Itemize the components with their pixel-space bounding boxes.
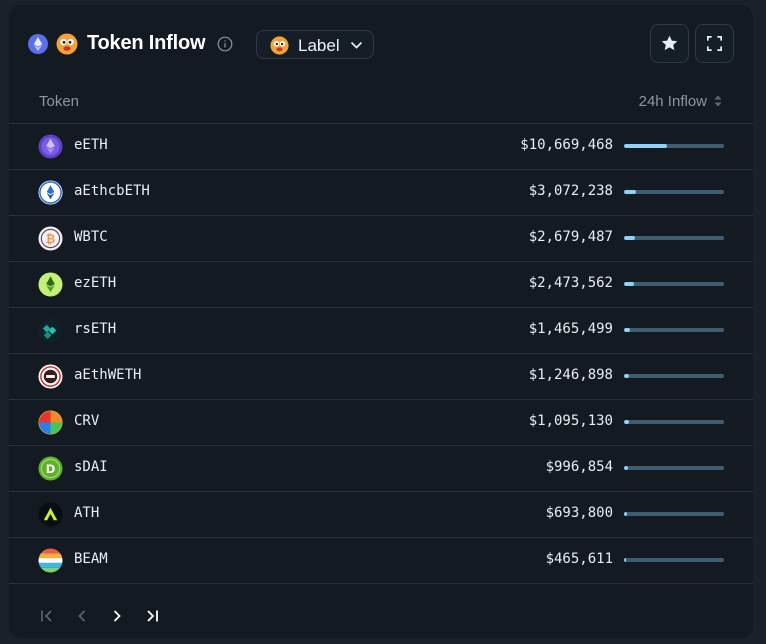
aethweth-icon xyxy=(38,364,63,389)
token-name[interactable]: aEthcbETH xyxy=(74,183,150,199)
svg-text:D: D xyxy=(46,462,56,476)
table-row[interactable]: rsETH $1,465,499 xyxy=(9,308,753,354)
rseth-icon xyxy=(38,318,63,343)
inflow-value: $10,669,468 xyxy=(520,137,613,153)
token-name[interactable]: ATH xyxy=(74,505,99,521)
inflow-value: $2,473,562 xyxy=(528,275,613,291)
page-title: Token Inflow xyxy=(87,32,206,54)
eeth-icon xyxy=(38,134,63,159)
table-row[interactable]: BEAM $465,611 xyxy=(9,538,753,584)
column-header-inflow[interactable]: 24h Inflow xyxy=(639,93,707,110)
sdai-icon: D xyxy=(38,456,63,481)
inflow-bar-fill xyxy=(624,236,635,240)
inflow-value: $1,465,499 xyxy=(528,321,613,337)
pagination xyxy=(9,603,753,633)
inflow-bar xyxy=(624,466,724,470)
last-page-icon xyxy=(147,610,158,622)
label-button-text: Label xyxy=(298,36,340,55)
next-page-button[interactable] xyxy=(106,603,128,629)
face-icon xyxy=(270,36,289,55)
ezeth-icon xyxy=(38,272,63,297)
inflow-bar-fill xyxy=(624,328,630,332)
table-row[interactable]: ATH $693,800 xyxy=(9,492,753,538)
panel-header: Token Inflow Label xyxy=(9,5,753,85)
last-page-button[interactable] xyxy=(141,603,163,629)
table-row[interactable]: D sDAI $996,854 xyxy=(9,446,753,492)
chevron-left-icon xyxy=(78,610,86,622)
inflow-bar xyxy=(624,374,724,378)
inflow-value: $1,095,130 xyxy=(528,413,613,429)
chevron-down-icon xyxy=(350,41,363,49)
table-row[interactable]: ₿ WBTC $2,679,487 xyxy=(9,216,753,262)
aethcbeth-icon xyxy=(38,180,63,205)
token-name[interactable]: rsETH xyxy=(74,321,116,337)
token-list: eETH $10,669,468 aEthcbETH $3,072,238 ₿ … xyxy=(9,124,753,584)
table-row[interactable]: eETH $10,669,468 xyxy=(9,124,753,170)
previous-page-button[interactable] xyxy=(71,603,93,629)
star-icon xyxy=(661,35,678,51)
token-name[interactable]: BEAM xyxy=(74,551,108,567)
table-row[interactable]: aEthcbETH $3,072,238 xyxy=(9,170,753,216)
inflow-bar-fill xyxy=(624,512,627,516)
token-name[interactable]: CRV xyxy=(74,413,99,429)
favorite-button[interactable] xyxy=(650,24,689,63)
wbtc-icon: ₿ xyxy=(38,226,63,251)
token-name[interactable]: eETH xyxy=(74,137,108,153)
inflow-bar xyxy=(624,558,724,562)
inflow-bar xyxy=(624,236,724,240)
chevron-right-icon xyxy=(113,610,121,622)
expand-button[interactable] xyxy=(695,24,734,63)
inflow-bar-fill xyxy=(624,374,629,378)
inflow-bar xyxy=(624,282,724,286)
ethereum-icon xyxy=(28,34,48,54)
table-row[interactable]: CRV $1,095,130 xyxy=(9,400,753,446)
table-row[interactable]: aEthWETH $1,246,898 xyxy=(9,354,753,400)
inflow-bar-fill xyxy=(624,190,636,194)
token-inflow-panel: Token Inflow Label Token 24h Inflow eETH… xyxy=(9,5,753,638)
table-header: Token 24h Inflow xyxy=(9,89,753,124)
inflow-value: $1,246,898 xyxy=(528,367,613,383)
inflow-value: $996,854 xyxy=(545,459,613,475)
inflow-value: $3,072,238 xyxy=(528,183,613,199)
info-icon[interactable] xyxy=(217,36,233,52)
expand-icon xyxy=(706,35,723,52)
inflow-value: $693,800 xyxy=(545,505,613,521)
first-page-icon xyxy=(41,610,52,622)
token-name[interactable]: WBTC xyxy=(74,229,108,245)
first-page-button[interactable] xyxy=(36,603,58,629)
inflow-bar-fill xyxy=(624,420,629,424)
table-row[interactable]: ezETH $2,473,562 xyxy=(9,262,753,308)
ath-icon xyxy=(38,502,63,527)
inflow-bar xyxy=(624,328,724,332)
inflow-bar-fill xyxy=(624,558,626,562)
inflow-bar xyxy=(624,420,724,424)
inflow-bar xyxy=(624,144,724,148)
inflow-bar xyxy=(624,512,724,516)
crv-icon xyxy=(38,410,63,435)
inflow-bar-fill xyxy=(624,282,634,286)
face-icon xyxy=(56,33,78,55)
inflow-value: $2,679,487 xyxy=(528,229,613,245)
beam-icon xyxy=(38,548,63,573)
column-header-token[interactable]: Token xyxy=(39,93,79,110)
svg-text:₿: ₿ xyxy=(46,232,55,246)
inflow-bar-fill xyxy=(624,466,628,470)
token-name[interactable]: aEthWETH xyxy=(74,367,141,383)
inflow-value: $465,611 xyxy=(545,551,613,567)
inflow-bar xyxy=(624,190,724,194)
token-name[interactable]: ezETH xyxy=(74,275,116,291)
sort-icon[interactable] xyxy=(713,93,723,109)
token-name[interactable]: sDAI xyxy=(74,459,108,475)
inflow-bar-fill xyxy=(624,144,667,148)
label-dropdown-button[interactable]: Label xyxy=(256,30,374,59)
